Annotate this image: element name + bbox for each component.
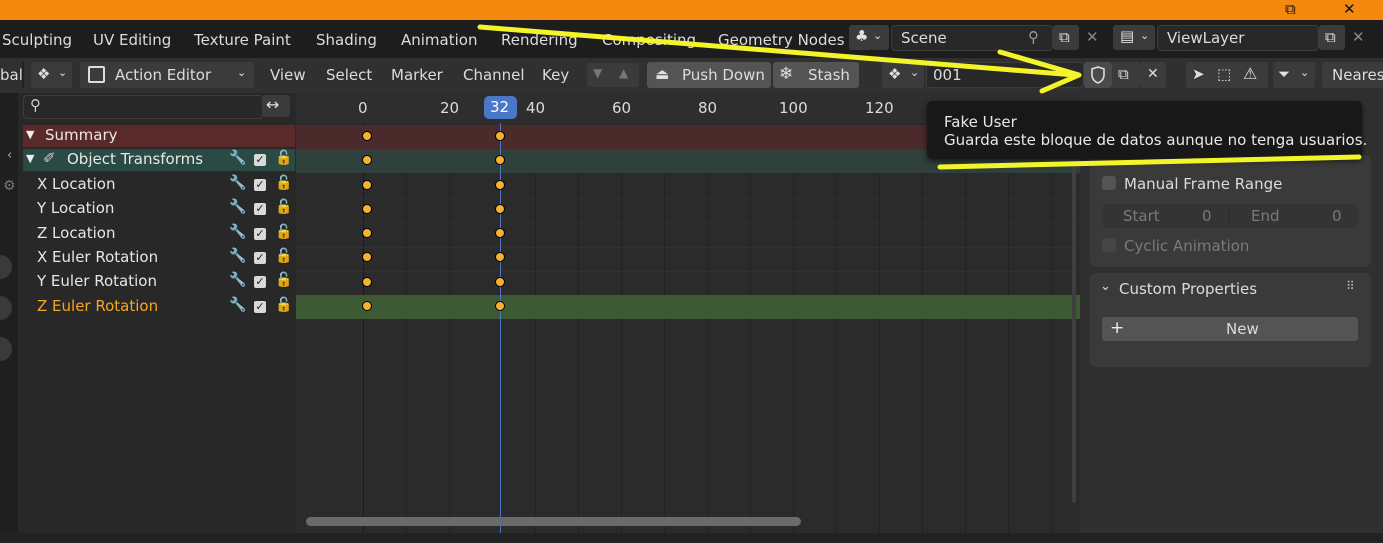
- annotation-underline: [937, 154, 1362, 170]
- annotation-arrow-line: [477, 24, 1078, 78]
- annotation-overlay: [477, 24, 1362, 170]
